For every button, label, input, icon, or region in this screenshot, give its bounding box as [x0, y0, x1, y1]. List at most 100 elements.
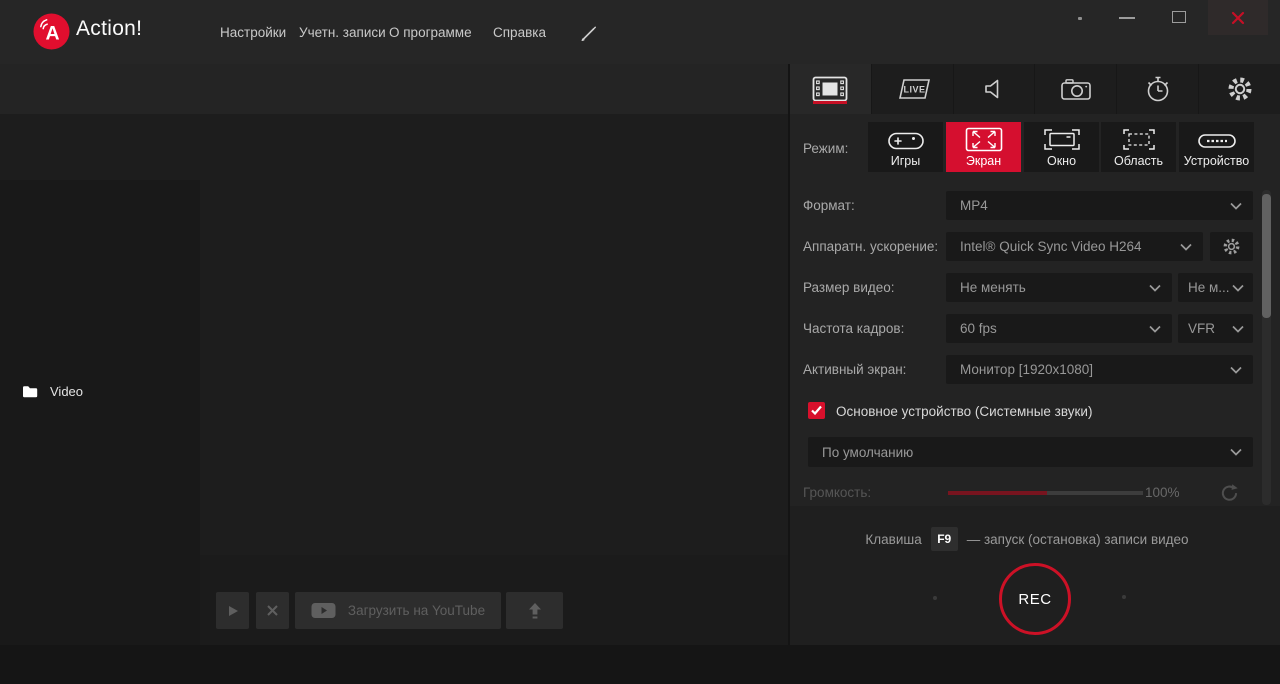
menu-about[interactable]: О программе: [389, 25, 472, 40]
volume-reset-button[interactable]: [1216, 480, 1242, 506]
tab-live-streaming[interactable]: LIVE: [871, 64, 954, 114]
aspect-ratio-value: Не м...: [1188, 280, 1230, 295]
chevron-down-icon: [1230, 448, 1242, 456]
window-icon: [1043, 129, 1080, 150]
camera-icon: [1061, 79, 1091, 100]
hw-accel-label: Аппаратн. ускорение:: [803, 239, 939, 254]
chevron-down-icon: [1180, 243, 1192, 251]
primary-audio-checkbox[interactable]: [808, 402, 825, 419]
folder-icon: [23, 385, 38, 397]
active-screen-label: Активный экран:: [803, 362, 907, 377]
sidebar-item-label: Video: [50, 383, 84, 399]
video-size-dropdown[interactable]: Не менять: [946, 273, 1172, 302]
framerate-label: Частота кадров:: [803, 321, 905, 336]
file-manager-tabbar: Диспетчер файлов Предпросмотр Видеозапис…: [0, 64, 788, 170]
menu-help[interactable]: Справка: [493, 25, 546, 40]
framerate-dropdown[interactable]: 60 fps: [946, 314, 1172, 343]
region-icon: [1122, 129, 1155, 150]
action-app-window: A Action! Настройки Учетн. записи О прог…: [0, 0, 1280, 684]
mode-label: Режим:: [803, 141, 849, 156]
hotkey-prefix: Клавиша: [865, 531, 922, 547]
tab-audio-recording[interactable]: [953, 64, 1036, 114]
chevron-down-icon: [1149, 325, 1161, 333]
live-icon: LIVE: [899, 79, 931, 99]
export-button[interactable]: [506, 592, 563, 629]
play-button[interactable]: [216, 592, 249, 629]
mode-screen-label: Экран: [965, 154, 1002, 168]
speaker-icon: [985, 79, 999, 99]
device-icon: [1197, 134, 1236, 148]
statusbar: [0, 645, 1280, 684]
minimize-icon: [1119, 17, 1135, 19]
gear-small-icon: [1223, 238, 1240, 255]
tab-settings-panel[interactable]: [1199, 64, 1280, 114]
mode-device-label: Устройство: [1183, 154, 1250, 168]
chevron-down-icon: [1230, 202, 1242, 210]
active-capture-tab-underline: [813, 101, 848, 104]
hotkey-suffix: — запуск (остановка) записи видео: [966, 531, 1189, 547]
active-screen-dropdown[interactable]: Монитор [1920x1080]: [946, 355, 1253, 384]
format-value: MP4: [960, 198, 988, 213]
primary-audio-label: Основное устройство (Системные звуки): [836, 404, 1093, 419]
capture-tabbar: LIVE: [790, 64, 1280, 114]
svg-text:A: A: [45, 22, 59, 44]
active-screen-value: Монитор [1920x1080]: [960, 362, 1094, 377]
mode-screen-button[interactable]: Экран: [946, 122, 1021, 172]
chevron-down-icon: [1149, 284, 1161, 292]
framerate-mode-value: VFR: [1188, 321, 1215, 336]
theme-pen-button[interactable]: [576, 22, 602, 44]
mode-window-button[interactable]: Окно: [1024, 122, 1099, 172]
audio-device-dropdown[interactable]: По умолчанию: [808, 437, 1253, 467]
tab-benchmark[interactable]: [1117, 64, 1200, 114]
record-button-label: REC: [1018, 590, 1052, 608]
reset-icon: [1221, 484, 1238, 501]
menu-accounts[interactable]: Учетн. записи: [299, 25, 386, 40]
titlebar: A Action! Настройки Учетн. записи О прог…: [0, 0, 1280, 64]
format-label: Формат:: [803, 198, 855, 213]
maximize-button[interactable]: [1166, 5, 1192, 29]
video-size-label: Размер видео:: [803, 280, 895, 295]
volume-slider-fill: [948, 491, 1048, 495]
hw-accel-dropdown[interactable]: Intel® Quick Sync Video H264: [946, 232, 1203, 261]
close-button[interactable]: [1208, 0, 1268, 35]
menu-settings[interactable]: Настройки: [220, 25, 286, 40]
close-x-icon: [267, 605, 278, 616]
stopwatch-icon: [1147, 76, 1169, 102]
live-icon-label: LIVE: [904, 85, 926, 95]
tab-video-recording[interactable]: [790, 64, 872, 114]
tab-screenshots[interactable]: [1035, 64, 1118, 114]
mode-window-label: Окно: [1046, 154, 1077, 168]
chevron-down-icon: [1232, 284, 1244, 292]
hotkey-key[interactable]: F9: [930, 527, 958, 551]
titlebar-dot: [1078, 17, 1082, 20]
mode-device-button[interactable]: Устройство: [1179, 122, 1254, 172]
aspect-ratio-dropdown[interactable]: Не м...: [1178, 273, 1253, 302]
app-title: Action!: [76, 17, 143, 40]
play-icon: [228, 605, 238, 616]
mode-region-label: Область: [1113, 154, 1164, 168]
framerate-value: 60 fps: [960, 321, 997, 336]
minimize-button[interactable]: [1113, 8, 1141, 28]
record-button[interactable]: REC: [999, 563, 1071, 635]
format-dropdown[interactable]: MP4: [946, 191, 1253, 220]
upload-to-youtube-button[interactable]: Загрузить на YouTube: [295, 592, 501, 629]
delete-button[interactable]: [256, 592, 289, 629]
mode-region-button[interactable]: Область: [1101, 122, 1176, 172]
gamepad-icon: [887, 132, 924, 150]
volume-slider[interactable]: [948, 491, 1143, 495]
mode-games-label: Игры: [890, 154, 921, 168]
upload-to-youtube-label: Загрузить на YouTube: [347, 603, 486, 618]
hw-accel-settings-button[interactable]: [1210, 232, 1253, 261]
upload-arrow-icon: [528, 603, 541, 619]
youtube-icon: [311, 603, 336, 618]
framerate-mode-dropdown[interactable]: VFR: [1178, 314, 1253, 343]
volume-label: Громкость:: [803, 485, 872, 500]
sidebar-item-video[interactable]: Video: [0, 376, 200, 406]
mode-games-button[interactable]: Игры: [868, 122, 943, 172]
rec-side-dot: [933, 596, 937, 600]
chevron-down-icon: [1230, 366, 1242, 374]
close-icon: [1231, 11, 1245, 24]
check-icon: [811, 405, 822, 416]
settings-scrollbar-thumb[interactable]: [1262, 194, 1271, 318]
action-logo-icon: A: [33, 13, 70, 50]
